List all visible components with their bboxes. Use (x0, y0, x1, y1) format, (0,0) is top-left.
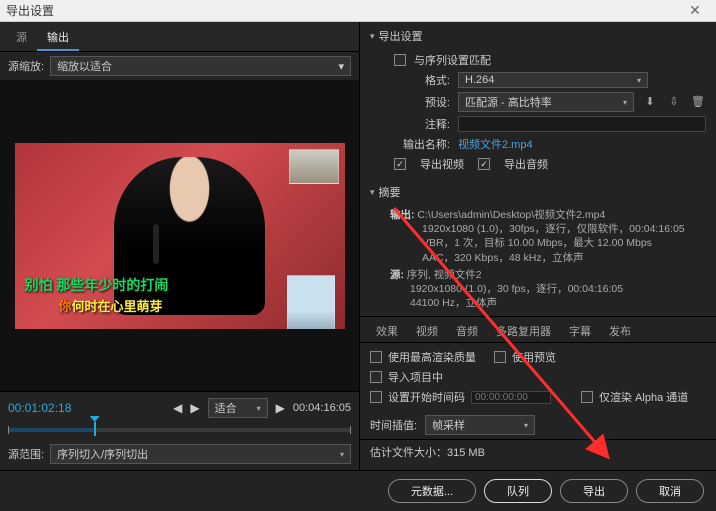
alpha-only-checkbox[interactable] (581, 391, 593, 403)
close-icon[interactable]: ✕ (680, 2, 710, 19)
alpha-only-label: 仅渲染 Alpha 通道 (599, 389, 688, 405)
summary-source-line1: 序列, 视频文件2 (407, 269, 482, 281)
preview-mic (153, 224, 159, 264)
summary-output-line4: AAC，320 Kbps，48 kHz，立体声 (390, 251, 706, 265)
chevron-down-icon: ▾ (338, 60, 344, 73)
pip-thumbnail-bottom (287, 275, 335, 329)
summary-output-line2: 1920x1080 (1.0)，30fps，逐行，仅限软件，00:04:16:0… (390, 222, 706, 236)
fit-value: 适合 (215, 400, 237, 416)
tab-effects[interactable]: 效果 (368, 320, 406, 342)
metadata-button[interactable]: 元数据... (388, 479, 476, 503)
import-project-checkbox[interactable] (370, 371, 382, 383)
step-back-button[interactable]: ◀ (173, 401, 182, 415)
start-timecode-input[interactable] (471, 391, 551, 404)
tab-video[interactable]: 视频 (408, 320, 446, 342)
fit-select[interactable]: 适合 ▾ (208, 398, 268, 418)
export-audio-label: 导出音频 (504, 156, 548, 172)
chevron-down-icon[interactable]: ▾ (370, 31, 375, 42)
delete-preset-icon[interactable]: 🗑 (690, 95, 706, 109)
total-timecode: 00:04:16:05 (293, 402, 351, 414)
comment-input[interactable] (458, 116, 706, 132)
export-video-checkbox[interactable] (394, 158, 406, 170)
current-timecode[interactable]: 00:01:02:18 (8, 401, 71, 415)
match-sequence-label: 与序列设置匹配 (414, 52, 491, 68)
queue-button[interactable]: 队列 (484, 479, 552, 503)
source-scale-value: 缩放以适合 (57, 58, 112, 74)
source-range-select[interactable]: 序列切入/序列切出 ▾ (50, 444, 351, 464)
summary-source-line2: 1920x1080 (1.0)，30 fps，逐行，00:04:16:05 (390, 282, 706, 296)
tab-mux[interactable]: 多路复用器 (488, 320, 559, 342)
export-button[interactable]: 导出 (560, 479, 628, 503)
max-quality-checkbox[interactable] (370, 351, 382, 363)
cancel-button[interactable]: 取消 (636, 479, 704, 503)
tab-caption[interactable]: 字幕 (561, 320, 599, 342)
source-range-label: 源范围: (8, 446, 44, 462)
chevron-down-icon: ▾ (257, 404, 261, 413)
summary-output-label: 输出: (390, 209, 415, 221)
interpolation-label: 时间插值: (370, 417, 417, 433)
output-name-link[interactable]: 视频文件2.mp4 (458, 136, 533, 152)
chevron-down-icon: ▾ (637, 76, 641, 85)
comment-label: 注释: (394, 116, 450, 132)
summary-source-label: 源: (390, 269, 404, 281)
continue-button[interactable]: ▶ (276, 401, 285, 415)
summary-header: 摘要 (379, 184, 401, 200)
format-label: 格式: (394, 72, 450, 88)
start-timecode-checkbox[interactable] (370, 391, 382, 403)
summary-source-line3: 44100 Hz，立体声 (390, 296, 706, 310)
import-preset-icon[interactable]: ⇩ (666, 95, 682, 109)
tab-output[interactable]: 输出 (37, 25, 79, 51)
preview-viewport: 别怕 那些年少时的打闹 你时在心里萌芽何时在心里萌芽 (15, 143, 345, 329)
play-button[interactable]: ▶ (190, 401, 199, 415)
source-scale-select[interactable]: 缩放以适合 ▾ (50, 56, 351, 76)
source-scale-label: 源缩放: (8, 58, 44, 74)
estimate-value: 315 MB (447, 447, 485, 459)
chevron-down-icon[interactable]: ▾ (370, 187, 375, 198)
chevron-down-icon: ▾ (524, 421, 528, 430)
chevron-down-icon: ▾ (340, 450, 344, 459)
pip-thumbnail-top (289, 149, 339, 184)
source-range-value: 序列切入/序列切出 (57, 446, 148, 462)
start-timecode-label: 设置开始时间码 (388, 389, 465, 405)
export-audio-checkbox[interactable] (478, 158, 490, 170)
summary-output-line3: VBR，1 次，目标 10.00 Mbps，最大 12.00 Mbps (390, 236, 706, 250)
export-settings-header: 导出设置 (379, 28, 423, 44)
preset-label: 预设: (394, 94, 450, 110)
subtitle-line-1: 别怕 那些年少时的打闹 (25, 275, 169, 295)
chevron-down-icon: ▾ (623, 98, 627, 107)
timeline-scrubber[interactable] (8, 424, 351, 436)
subtitle-line-2: 你时在心里萌芽何时在心里萌芽 (59, 296, 163, 315)
format-select[interactable]: H.264▾ (458, 72, 648, 88)
tab-publish[interactable]: 发布 (601, 320, 639, 342)
estimate-label: 估计文件大小： (370, 447, 447, 459)
import-project-label: 导入项目中 (388, 369, 443, 385)
export-video-label: 导出视频 (420, 156, 464, 172)
save-preset-icon[interactable]: ⬇ (642, 95, 658, 109)
window-title: 导出设置 (6, 2, 680, 19)
use-preview-label: 使用预览 (512, 349, 556, 365)
summary-output-path: C:\Users\admin\Desktop\视频文件2.mp4 (417, 209, 605, 221)
interpolation-select[interactable]: 帧采样▾ (425, 415, 535, 435)
max-quality-label: 使用最高渲染质量 (388, 349, 476, 365)
tab-audio[interactable]: 音频 (448, 320, 486, 342)
use-preview-checkbox[interactable] (494, 351, 506, 363)
output-name-label: 输出名称: (394, 136, 450, 152)
match-sequence-checkbox[interactable] (394, 54, 406, 66)
tab-source[interactable]: 源 (6, 25, 37, 51)
preset-select[interactable]: 匹配源 - 高比特率▾ (458, 92, 634, 112)
